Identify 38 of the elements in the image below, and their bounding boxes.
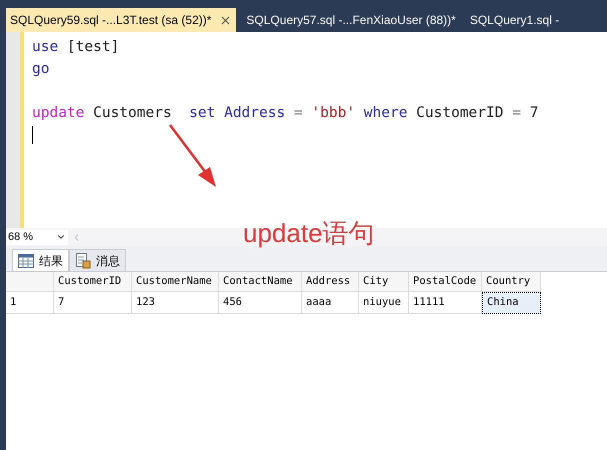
table-cell[interactable]: 7 xyxy=(54,292,132,314)
editor-tab[interactable]: SQLQuery59.sql -...L3T.test (sa (52))* xyxy=(6,8,236,32)
editor-tab[interactable]: SQLQuery57.sql -...FenXiaoUser (88))* xyxy=(242,8,460,32)
table-cell[interactable]: aaaa xyxy=(302,292,359,314)
column-header: Country xyxy=(482,272,541,292)
code-token: Address xyxy=(223,104,286,123)
code-token: where xyxy=(362,104,408,123)
annotation-label: update语句 xyxy=(243,217,375,250)
code-token: = xyxy=(292,104,304,123)
close-icon[interactable] xyxy=(219,14,232,26)
zoom-dropdown[interactable]: 68 % xyxy=(6,230,68,244)
table-cell[interactable]: 456 xyxy=(219,292,302,314)
code-token: go xyxy=(32,60,50,79)
editor-tab[interactable]: SQLQuery1.sql - xyxy=(466,8,564,32)
code-token: 7 xyxy=(530,104,538,123)
code-token: [test] xyxy=(66,38,120,57)
code-token: 'bbb' xyxy=(311,104,356,123)
table-cell[interactable]: 123 xyxy=(132,292,219,314)
table-cell[interactable]: China xyxy=(482,292,541,314)
document-icon xyxy=(75,252,91,268)
code-token: update xyxy=(32,104,84,123)
result-tab[interactable]: 结果 xyxy=(12,249,69,271)
column-header: ContactName xyxy=(219,272,302,292)
table-cell[interactable]: 1 xyxy=(6,292,54,314)
code-token: = xyxy=(511,104,522,123)
column-header: PostalCode xyxy=(409,272,482,292)
code-token: use xyxy=(32,38,58,57)
result-tab[interactable]: 消息 xyxy=(69,249,126,271)
text-cursor xyxy=(32,126,33,144)
code-token: CustomerID xyxy=(415,104,504,123)
grid-icon xyxy=(18,254,34,268)
column-header: Address xyxy=(302,272,359,292)
code-token: set xyxy=(189,104,216,123)
column-header: CustomerID xyxy=(54,272,132,292)
table-cell[interactable]: niuyue xyxy=(359,292,409,314)
column-header: CustomerName xyxy=(132,272,219,292)
code-token: Customers xyxy=(92,104,173,123)
column-header: City xyxy=(359,272,409,292)
